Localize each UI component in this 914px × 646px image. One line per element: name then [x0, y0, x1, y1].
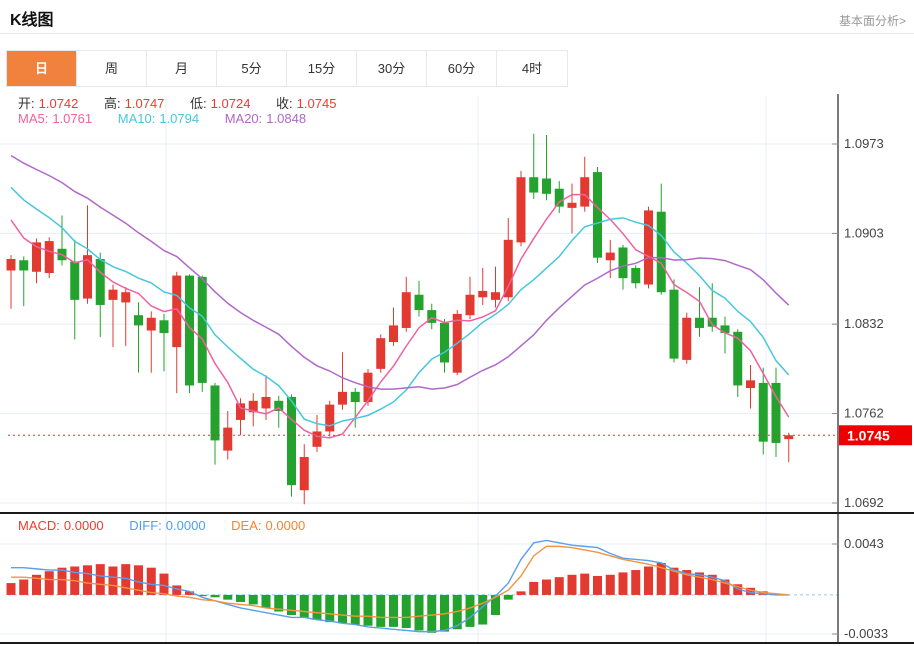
svg-text:1.0745: 1.0745	[847, 427, 890, 443]
tab-week[interactable]: 周	[77, 51, 147, 86]
candles	[6, 133, 794, 505]
kline-chart-canvas: 1.0973 1.0903 1.0832 1.0762 1.0692 0.0043 -0.0…	[0, 94, 914, 644]
fundamental-analysis-link[interactable]: 基本面分析>	[839, 12, 906, 29]
tab-4hour[interactable]: 4时	[497, 51, 567, 86]
tab-15min[interactable]: 15分	[287, 51, 357, 86]
gridlines	[0, 96, 838, 642]
price-badge: 1.0745	[839, 425, 912, 446]
price-axis: 1.0973 1.0903 1.0832 1.0762 1.0692 0.0043 -0.0…	[832, 94, 888, 643]
page-title: K线图	[10, 12, 54, 29]
svg-text:1.0762: 1.0762	[844, 406, 884, 421]
header-divider	[0, 33, 914, 34]
svg-text:1.0973: 1.0973	[844, 136, 884, 151]
tab-day[interactable]: 日	[7, 51, 77, 86]
svg-text:1.0903: 1.0903	[844, 225, 884, 240]
tab-month[interactable]: 月	[147, 51, 217, 86]
svg-text:0.0043: 0.0043	[844, 536, 884, 551]
svg-text:-0.0033: -0.0033	[844, 626, 888, 641]
svg-text:1.0832: 1.0832	[844, 316, 884, 331]
kline-app: K线图 基本面分析> 日 周 月 5分 15分 30分 60分 4时 1.097…	[0, 0, 914, 646]
tab-60min[interactable]: 60分	[427, 51, 497, 86]
tab-5min[interactable]: 5分	[217, 51, 287, 86]
svg-text:1.0692: 1.0692	[844, 495, 884, 510]
tab-30min[interactable]: 30分	[357, 51, 427, 86]
macd-histogram	[6, 562, 781, 633]
period-tabbar: 日 周 月 5分 15分 30分 60分 4时	[6, 50, 568, 87]
